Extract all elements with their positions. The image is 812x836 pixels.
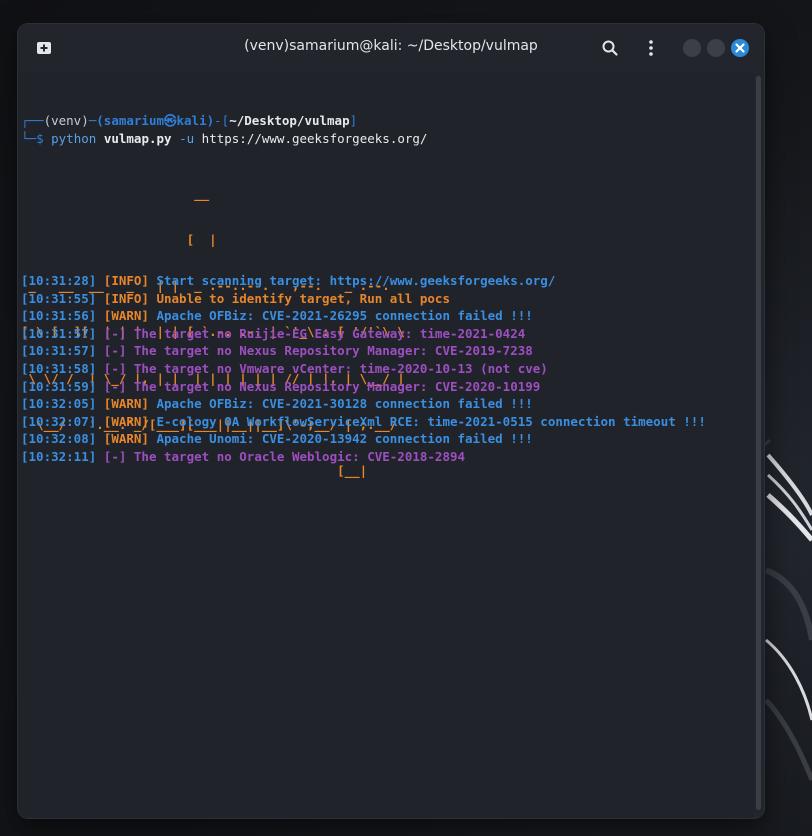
log-line: [10:31:59] [-] The target no Nexus Repos…	[21, 378, 540, 396]
prompt-path: ~/Desktop/vulmap	[229, 113, 350, 128]
log-line: [10:31:58] [-] The target no Vmware vCen…	[21, 360, 548, 378]
log-message: The target no Ruijie-EG Easy Gateway: ti…	[133, 325, 526, 341]
log-message: Apache OFBiz: CVE-2021-26295 connection …	[156, 308, 533, 324]
search-icon[interactable]	[600, 38, 620, 58]
banner-line: [ |	[21, 232, 217, 248]
terminal-output[interactable]: ┌──(venv)─(samarium㉿kali)-[~/Desktop/vul…	[18, 72, 754, 818]
banner-line: __	[21, 185, 210, 201]
prompt-frame-open: ┌──	[21, 113, 44, 128]
log-time: [10:31:55]	[21, 290, 97, 306]
command-python: python	[51, 131, 97, 146]
log-tag: [WARN]	[103, 396, 149, 412]
prompt-dollar: $	[36, 131, 52, 146]
prompt-line-1: ┌──(venv)─(samarium㉿kali)-[~/Desktop/vul…	[21, 112, 357, 130]
close-button[interactable]	[731, 39, 749, 57]
log-message: The target no Nexus Repository Manager: …	[133, 343, 533, 359]
kebab-menu-icon[interactable]	[641, 38, 661, 58]
log-line: [10:31:56] [WARN] Apache OFBiz: CVE-2021…	[21, 307, 533, 325]
prompt-user-host: (samarium㉿kali)	[96, 113, 215, 128]
log-message: Apache Unomi: CVE-2020-13942 connection …	[156, 431, 533, 447]
prompt-bracket-open: -[	[214, 113, 230, 128]
log-time: [10:32:08]	[21, 431, 97, 447]
log-time: [10:31:59]	[21, 378, 97, 394]
log-line: [10:31:28] [INFO] Start scanning target:…	[21, 272, 555, 290]
log-time: [10:31:58]	[21, 361, 97, 376]
log-tag: [-]	[103, 343, 127, 359]
log-line: [10:32:05] [WARN] Apache OFBiz: CVE-2021…	[21, 395, 533, 413]
log-line: [10:31:57] [-] The target no Ruijie-EG E…	[21, 325, 525, 343]
log-line: [10:32:08] [WARN] Apache Unomi: CVE-2020…	[21, 430, 533, 448]
desktop-background: (venv)samarium@kali: ~/Desktop/vulmap ┌─…	[0, 0, 812, 836]
log-time: [10:32:05]	[21, 396, 97, 412]
terminal-window: (venv)samarium@kali: ~/Desktop/vulmap ┌─…	[18, 24, 764, 818]
terminal-scrollbar[interactable]	[756, 76, 761, 810]
log-message: The target no Vmware vCenter: time-2020-…	[133, 361, 548, 376]
log-tag: [WARN]	[103, 431, 149, 447]
log-tag: [WARN]	[103, 413, 149, 429]
log-tag: [-]	[103, 325, 127, 341]
log-message: E-cology OA WorkflowServiceXml RCE: time…	[156, 413, 706, 429]
log-message: Start scanning target: https://www.geeks…	[156, 273, 556, 288]
log-tag: [INFO]	[103, 290, 149, 306]
log-message: Unable to identify target, Run all pocs	[156, 290, 450, 306]
log-time: [10:32:07]	[21, 413, 97, 429]
log-tag: [-]	[103, 449, 127, 464]
close-icon	[735, 43, 745, 53]
log-time: [10:31:56]	[21, 308, 97, 324]
log-message: Apache OFBiz: CVE-2021-30128 connection …	[156, 396, 533, 412]
log-tag: [WARN]	[103, 308, 149, 324]
command-url: https://www.geeksforgeeks.org/	[201, 131, 428, 146]
log-line: [10:31:55] [INFO] Unable to identify tar…	[21, 290, 450, 308]
command-script: vulmap.py	[103, 131, 172, 146]
prompt-frame-close: └─	[21, 131, 37, 146]
log-time: [10:32:11]	[21, 449, 97, 464]
log-message: The target no Oracle Weblogic: CVE-2018-…	[133, 449, 466, 464]
prompt-bracket-close: ]	[349, 113, 358, 128]
log-line: [10:32:11] [-] The target no Oracle Webl…	[21, 448, 465, 466]
prompt-venv: (venv)	[43, 113, 89, 128]
minimize-button[interactable]	[683, 39, 701, 57]
command-flag: -u	[179, 131, 195, 146]
log-line: [10:31:57] [-] The target no Nexus Repos…	[21, 342, 533, 360]
maximize-button[interactable]	[707, 39, 725, 57]
log-tag: [-]	[103, 361, 127, 376]
window-titlebar[interactable]: (venv)samarium@kali: ~/Desktop/vulmap	[18, 24, 764, 72]
log-time: [10:31:57]	[21, 343, 97, 359]
log-tag: [INFO]	[103, 273, 149, 288]
log-line: [10:32:07] [WARN] E-cology OA WorkflowSe…	[21, 413, 706, 431]
log-message: The target no Nexus Repository Manager: …	[133, 378, 541, 394]
log-time: [10:31:57]	[21, 325, 97, 341]
prompt-line-2: └─$ python vulmap.py -u https://www.geek…	[21, 130, 427, 148]
log-tag: [-]	[103, 378, 127, 394]
log-time: [10:31:28]	[21, 273, 97, 288]
